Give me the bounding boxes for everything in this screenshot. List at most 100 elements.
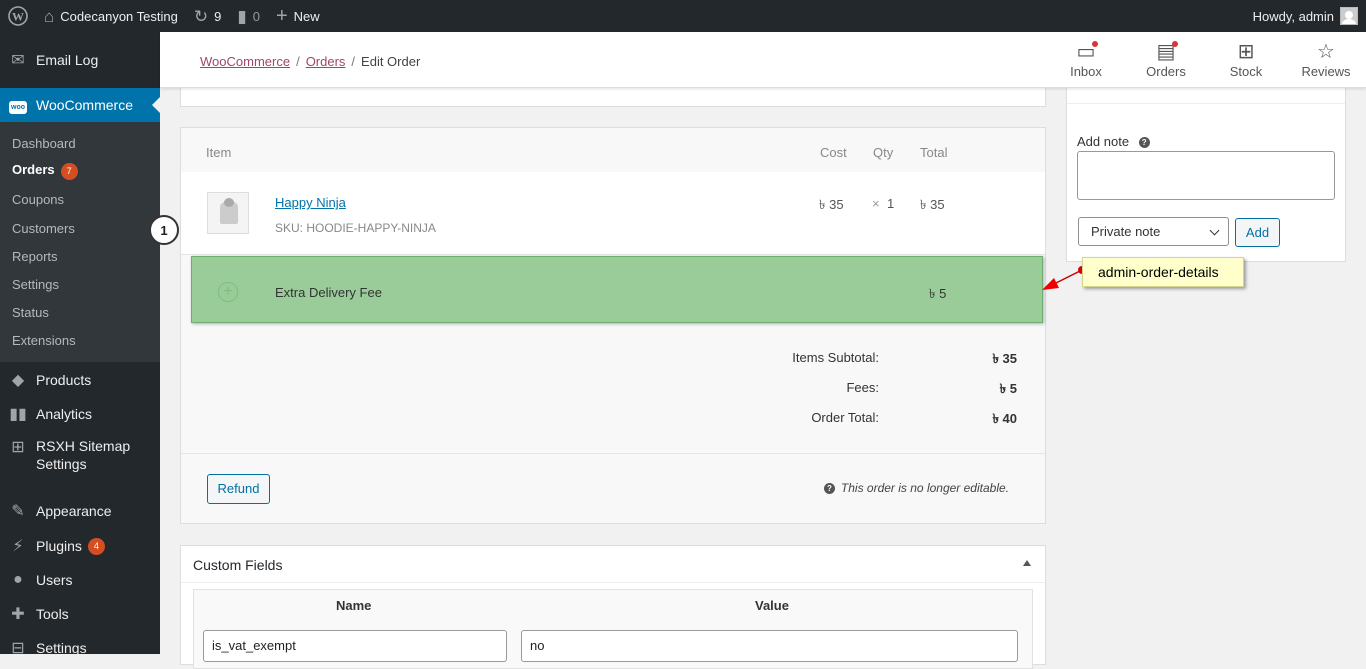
home-icon: ⌂ xyxy=(44,6,55,26)
custom-fields-table: Name Value is_vat_exempt no xyxy=(193,589,1033,669)
product-thumbnail xyxy=(207,192,249,234)
sidebar-item-tools[interactable]: ✚ Tools xyxy=(0,597,160,631)
orders-button[interactable]: ▤ Orders xyxy=(1131,40,1201,79)
add-note-label: Add note ? xyxy=(1077,134,1156,149)
plugin-icon: ⚡ xyxy=(12,538,24,555)
order-data-panel xyxy=(180,86,1046,107)
updates-link[interactable]: ↻ 9 xyxy=(186,0,229,32)
notification-dot xyxy=(1172,41,1179,47)
order-items-panel: Item Cost Qty Total Happy Ninja SKU: HOO… xyxy=(180,127,1046,524)
value-column-header: Value xyxy=(755,598,789,613)
add-note-button[interactable]: Add xyxy=(1235,218,1280,247)
product-name-link[interactable]: Happy Ninja xyxy=(275,195,346,210)
orders-icon: ▤ xyxy=(1157,40,1179,64)
order-totals: Items Subtotal: ৳ 35 Fees: ৳ 5 Order Total… xyxy=(717,350,1017,440)
sidebar-item-users[interactable]: ● Users xyxy=(0,563,160,597)
custom-field-name-input[interactable]: is_vat_exempt xyxy=(203,630,507,662)
items-actions: Refund ? This order is no longer editable… xyxy=(181,453,1045,523)
woocommerce-header: WooCommerce / Orders / Edit Order ▭ Inbox ▤ … xyxy=(160,32,1366,88)
order-total-value: ৳ 40 xyxy=(992,411,1017,426)
svg-text:W: W xyxy=(12,10,24,24)
submenu-reports[interactable]: Reports xyxy=(12,249,58,264)
inbox-button[interactable]: ▭ Inbox xyxy=(1051,40,1121,79)
fees-value: ৳ 5 xyxy=(999,381,1017,396)
sidebar-item-label: Users xyxy=(36,572,73,588)
notification-dot xyxy=(1092,41,1099,47)
reviews-button[interactable]: ☆ Reviews xyxy=(1291,40,1361,79)
sidebar-item-analytics[interactable]: ▮▮ Analytics xyxy=(0,397,160,431)
breadcrumb-orders[interactable]: Orders xyxy=(306,54,346,69)
submenu-dashboard[interactable]: Dashboard xyxy=(12,136,76,151)
sidebar-item-settings[interactable]: ⊟ Settings xyxy=(0,631,160,665)
inbox-icon: ▭ xyxy=(1077,40,1099,64)
sidebar-item-woocommerce[interactable]: woo WooCommerce xyxy=(0,88,160,122)
sidebar-item-label: RSXH Sitemap Settings xyxy=(36,437,130,473)
items-table-header: Item Cost Qty Total xyxy=(181,128,1045,172)
sidebar-item-email-log[interactable]: ✉ Email Log xyxy=(0,43,160,77)
wordpress-logo-button[interactable]: W xyxy=(0,0,36,32)
submenu-status[interactable]: Status xyxy=(12,305,49,320)
submenu-orders-label: Orders xyxy=(12,162,55,177)
submenu-settings[interactable]: Settings xyxy=(12,277,59,292)
subtotal-value: ৳ 35 xyxy=(992,351,1017,366)
sidebar-item-products[interactable]: ◆ Products xyxy=(0,363,160,397)
column-item: Item xyxy=(206,145,232,160)
chevron-down-icon xyxy=(1209,225,1220,236)
sidebar-item-label: Email Log xyxy=(36,52,99,68)
sidebar-item-label: Tools xyxy=(36,606,69,622)
plugins-count-badge: 4 xyxy=(87,537,105,555)
refund-button[interactable]: Refund xyxy=(207,474,270,504)
my-account-link[interactable]: Howdy, admin xyxy=(1245,0,1366,32)
sidebar-item-label: Appearance xyxy=(36,503,112,519)
collapse-arrow-icon[interactable] xyxy=(1023,560,1031,566)
sidebar-item-label: Products xyxy=(36,372,92,388)
admin-sidebar: ✉ Email Log woo WooCommerce Dashboard Or… xyxy=(0,32,160,657)
submenu-orders[interactable]: Orders 7 xyxy=(12,162,78,180)
custom-field-value-input[interactable]: no xyxy=(521,630,1018,662)
submenu-coupons[interactable]: Coupons xyxy=(12,192,64,207)
current-menu-arrow xyxy=(152,97,160,113)
stock-button[interactable]: ⊞ Stock xyxy=(1211,40,1281,79)
new-label: New xyxy=(293,8,320,24)
sidebar-item-rsxh-sitemap[interactable]: ⊞ RSXH Sitemap Settings xyxy=(0,437,160,481)
line-cost: ৳ 35 xyxy=(819,197,844,212)
submenu-customers[interactable]: Customers xyxy=(12,221,75,236)
site-name-link[interactable]: ⌂ Codecanyon Testing xyxy=(36,0,186,32)
new-content-link[interactable]: + New xyxy=(268,0,328,32)
note-type-select[interactable]: Private note xyxy=(1078,217,1229,246)
rsxh-label-line2: Settings xyxy=(36,456,87,472)
not-editable-notice: ? This order is no longer editable. xyxy=(823,481,1009,495)
line-qty: 1 xyxy=(887,196,895,211)
breadcrumb-woocommerce[interactable]: WooCommerce xyxy=(200,54,290,69)
custom-fields-panel: Custom Fields Name Value is_vat_exempt n… xyxy=(180,545,1046,669)
fee-row-highlight: + Extra Delivery Fee ৳ 5 xyxy=(191,256,1043,323)
sidebar-item-plugins[interactable]: ⚡ Plugins 4 xyxy=(0,529,160,563)
analytics-icon: ▮▮ xyxy=(9,406,27,423)
orders-label: Orders xyxy=(1146,64,1186,79)
avatar xyxy=(1340,7,1358,25)
wrench-icon: ✚ xyxy=(11,606,25,623)
comments-count: 0 xyxy=(252,8,260,24)
updates-count: 9 xyxy=(214,8,222,24)
fees-label: Fees: xyxy=(846,380,879,395)
help-icon: ? xyxy=(1138,137,1150,148)
woocommerce-icon: woo xyxy=(8,96,28,114)
custom-fields-header[interactable]: Custom Fields xyxy=(181,546,1045,583)
breadcrumb-separator: / xyxy=(351,54,356,69)
updates-icon: ↻ xyxy=(193,6,209,26)
email-icon: ✉ xyxy=(11,52,25,69)
note-type-value: Private note xyxy=(1091,224,1161,239)
plus-circle-icon: + xyxy=(218,282,238,302)
line-total: ৳ 35 xyxy=(920,197,945,212)
sidebar-item-appearance[interactable]: ✎ Appearance xyxy=(0,494,160,528)
add-note-textarea[interactable] xyxy=(1077,151,1335,200)
settings-icon: ⊟ xyxy=(11,640,25,657)
products-icon: ◆ xyxy=(11,372,25,389)
order-total-label: Order Total: xyxy=(811,410,879,425)
plus-icon: + xyxy=(275,5,288,27)
submenu-extensions[interactable]: Extensions xyxy=(12,333,76,348)
column-cost: Cost xyxy=(820,145,847,160)
qty-multiplier: × xyxy=(872,196,880,211)
comments-link[interactable]: ▮ 0 xyxy=(229,0,268,32)
column-total: Total xyxy=(920,145,948,160)
